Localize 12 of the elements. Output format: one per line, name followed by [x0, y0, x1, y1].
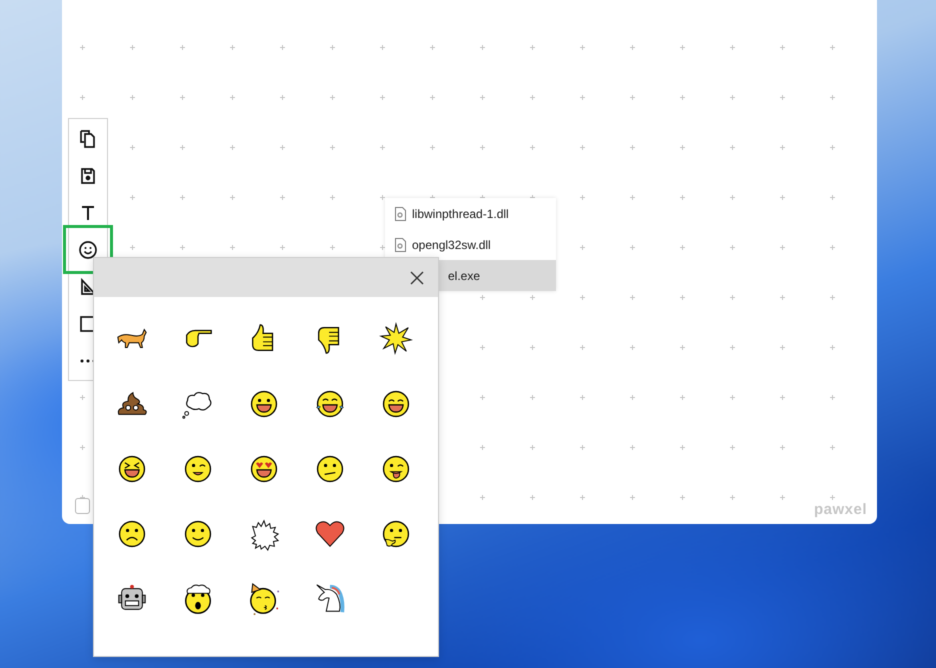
- smiley-icon: [78, 240, 98, 260]
- close-icon: [410, 270, 424, 284]
- copy-icon: [78, 128, 98, 148]
- app-logo: pawxel: [814, 501, 867, 518]
- file-item[interactable]: libwinpthread-1.dll: [385, 198, 556, 229]
- file-icon: [395, 238, 406, 252]
- rounded-square-icon: [75, 498, 90, 514]
- party-face-emoji: [247, 582, 281, 616]
- file-item[interactable]: opengl32sw.dll: [385, 229, 556, 260]
- burst-emoji: [379, 322, 413, 356]
- file-icon: [395, 206, 406, 220]
- save-icon: [78, 166, 98, 186]
